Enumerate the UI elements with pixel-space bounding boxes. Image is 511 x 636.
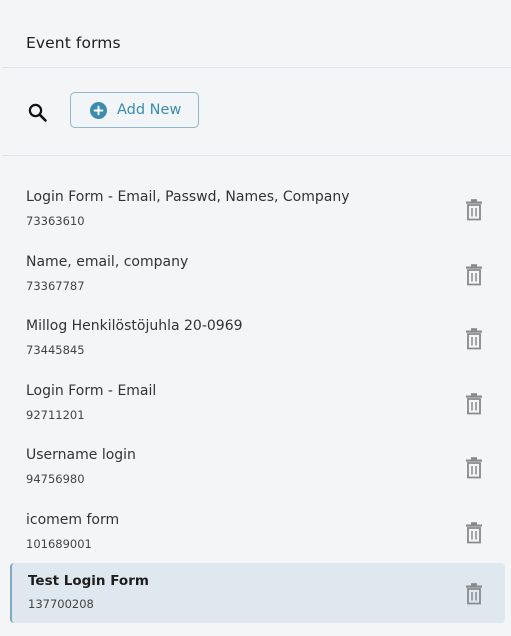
form-name: Millog Henkilöstöjuhla 20-0969 — [26, 318, 243, 334]
toolbar-divider — [2, 155, 511, 156]
form-code: 73445845 — [26, 343, 85, 357]
form-list-item[interactable]: Millog Henkilöstöjuhla 20-0969 73445845 — [0, 305, 511, 370]
search-icon — [28, 103, 47, 122]
form-code: 137700208 — [28, 597, 94, 611]
plus-circle-icon — [90, 101, 107, 119]
form-name: Username login — [26, 447, 136, 463]
form-name: Login Form - Email — [26, 382, 157, 399]
form-name: Name, email, company — [26, 253, 189, 270]
form-code: 92711201 — [26, 407, 85, 422]
trash-icon[interactable] — [463, 263, 485, 287]
trash-icon[interactable] — [463, 392, 485, 416]
trash-icon[interactable] — [463, 327, 485, 351]
form-list-item[interactable]: Login Form - Email 92711201 — [0, 370, 511, 435]
event-form-list: Login Form - Email, Passwd, Names, Compa… — [0, 176, 511, 623]
trash-icon[interactable] — [463, 198, 485, 222]
form-code: 94756980 — [26, 472, 85, 486]
form-list-item[interactable]: Name, email, company 73367787 — [0, 241, 511, 306]
header-divider — [2, 67, 511, 68]
trash-icon[interactable] — [463, 521, 485, 545]
add-new-label: Add New — [117, 102, 182, 118]
trash-icon[interactable] — [463, 456, 485, 480]
form-code: 73363610 — [26, 214, 85, 228]
page-title: Event forms — [26, 34, 121, 52]
form-list-item[interactable]: icomem form 101689001 — [0, 499, 511, 564]
form-list-item[interactable]: Username login 94756980 — [0, 434, 511, 499]
add-new-button[interactable]: Add New — [70, 92, 199, 128]
form-name: icomem form — [26, 511, 120, 528]
form-list-item[interactable]: Login Form - Email, Passwd, Names, Compa… — [0, 176, 511, 241]
trash-icon[interactable] — [463, 582, 485, 606]
search-button[interactable] — [26, 101, 50, 125]
form-name: Test Login Form — [28, 573, 149, 589]
form-code: 73367787 — [26, 278, 85, 293]
form-list-item-selected[interactable]: Test Login Form 137700208 — [10, 563, 505, 623]
form-name: Login Form - Email, Passwd, Names, Compa… — [26, 189, 350, 205]
form-code: 101689001 — [26, 536, 92, 551]
